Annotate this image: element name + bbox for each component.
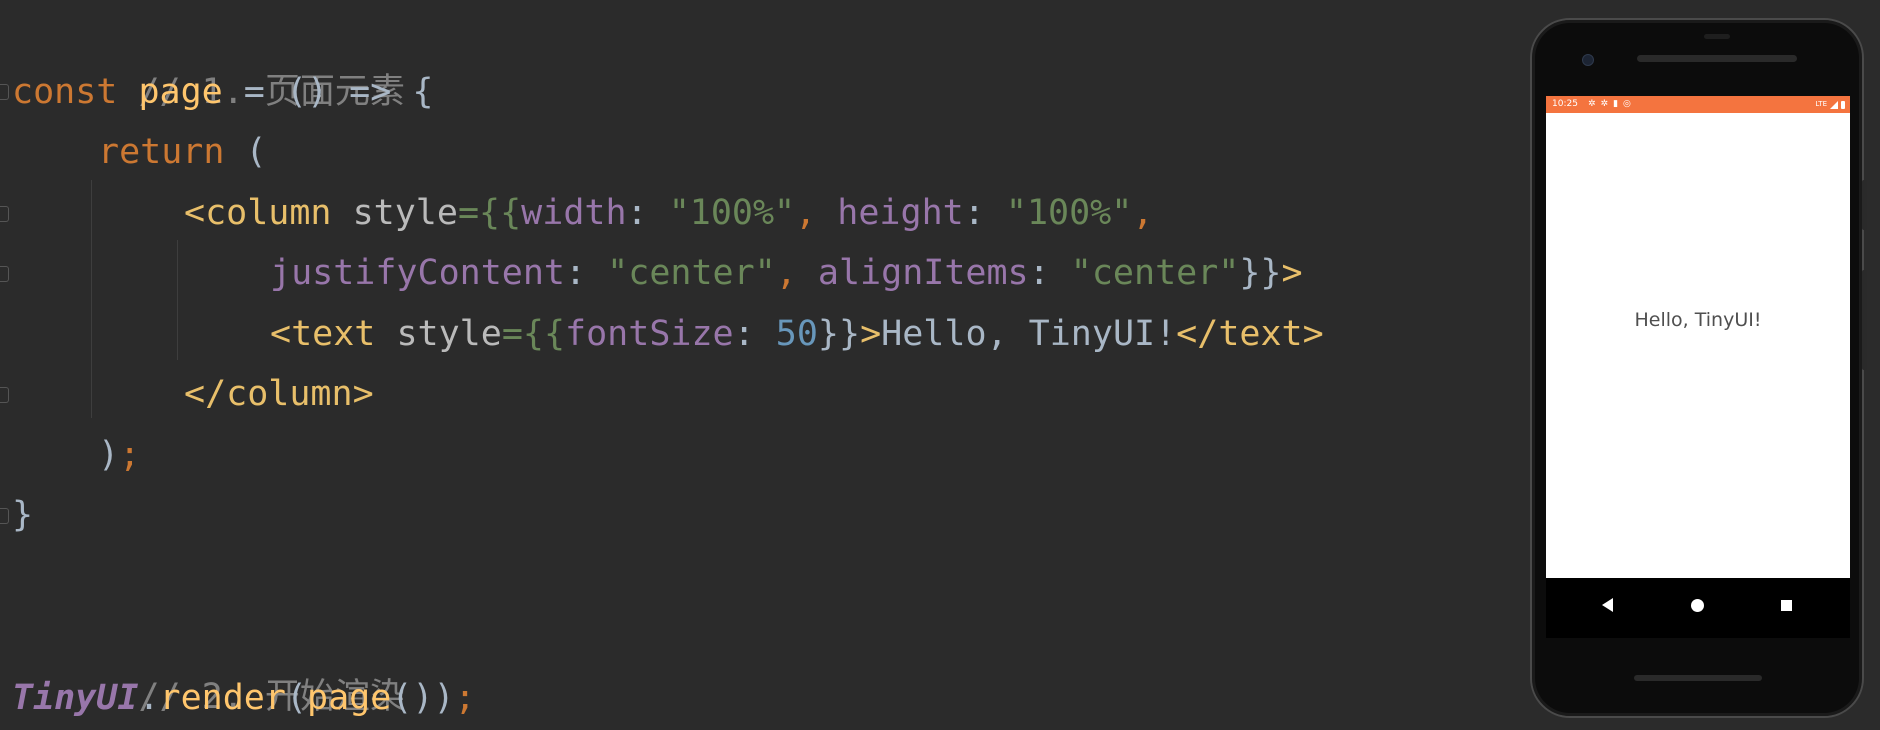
code-function-call: page <box>307 678 392 718</box>
code-editor[interactable]: // 1. 页面元素 const page = () => { return (… <box>0 0 1500 730</box>
code-colon: : <box>626 193 669 233</box>
fold-marker[interactable] <box>0 387 9 403</box>
code-line-8: ); <box>12 425 140 485</box>
recents-icon[interactable] <box>1781 600 1792 611</box>
code-dot: . <box>138 678 160 718</box>
code-colon: : <box>963 193 1006 233</box>
code-keyword: const <box>12 72 118 112</box>
code-string: "100%" <box>668 193 796 233</box>
code-property: fontSize <box>565 314 734 354</box>
code-paren: ( <box>285 678 308 718</box>
code-property: height <box>837 193 964 233</box>
code-tag-name: column <box>205 193 332 233</box>
phone-emulator: 10:25 ✲ ✲ ▮ ◎ LTE Hello, TinyUI! <box>1530 18 1867 718</box>
code-semicolon: ; <box>454 678 476 718</box>
settings-icon: ✲ <box>1588 99 1596 109</box>
fold-marker[interactable] <box>0 266 9 282</box>
home-icon[interactable] <box>1691 599 1704 612</box>
code-number: 50 <box>775 314 818 354</box>
code-paren: ) <box>98 435 120 475</box>
code-colon: : <box>1028 253 1071 293</box>
code-line-10: // 2. 开始渲染 <box>12 607 404 717</box>
code-semicolon: ; <box>119 435 141 475</box>
code-paren: ()) <box>391 678 455 718</box>
status-time: 10:25 <box>1552 99 1578 109</box>
code-brace: }} <box>1239 253 1282 293</box>
code-colon: : <box>565 253 608 293</box>
code-line-4: <column style={{width: "100%", height: "… <box>12 183 1153 243</box>
code-tag-bracket: > <box>860 314 882 354</box>
code-line-6: <text style={{fontSize: 50}}>Hello, Tiny… <box>12 304 1324 364</box>
code-brace: } <box>12 495 34 535</box>
code-line-7: </column> <box>12 364 374 424</box>
code-end-tag: </text> <box>1176 314 1324 354</box>
hello-text: Hello, TinyUI! <box>1634 308 1762 331</box>
fold-marker[interactable] <box>0 508 9 524</box>
signal-icon <box>1830 100 1838 109</box>
network-type: LTE <box>1815 100 1827 108</box>
fold-marker[interactable] <box>0 206 9 222</box>
code-keyword: return <box>98 132 225 172</box>
code-attribute: style <box>331 193 458 233</box>
code-end-tag: </column> <box>184 374 374 414</box>
code-object: TinyUI <box>12 678 139 718</box>
code-line-2: const page = () => { <box>12 62 433 122</box>
bottom-speaker <box>1634 675 1762 681</box>
code-comma: , <box>775 253 818 293</box>
code-string: "center" <box>607 253 776 293</box>
code-tag-name: text <box>291 314 376 354</box>
code-string: "100%" <box>1005 193 1133 233</box>
code-operator: ={{ <box>501 314 566 354</box>
code-property: alignItems <box>817 253 1029 293</box>
navigation-bar <box>1546 578 1850 638</box>
proximity-sensor <box>1704 34 1730 39</box>
code-text: = () => { <box>222 72 434 112</box>
settings-icon: ✲ <box>1600 99 1609 109</box>
front-camera-icon <box>1582 54 1594 66</box>
sync-icon: ◎ <box>1623 99 1631 109</box>
status-bar: 10:25 ✲ ✲ ▮ ◎ LTE <box>1546 96 1850 113</box>
code-function-name: page <box>138 72 223 112</box>
status-notification-icons: ✲ ✲ ▮ ◎ <box>1588 99 1631 110</box>
code-tag-bracket: < <box>270 314 292 354</box>
code-comma: , <box>795 193 838 233</box>
code-line-11: TinyUI.render(page()); <box>12 668 476 728</box>
code-colon: : <box>733 314 776 354</box>
code-line-1: // 1. 页面元素 <box>12 2 404 112</box>
status-system-icons: LTE <box>1815 99 1845 110</box>
power-button[interactable] <box>1862 180 1867 230</box>
code-tag-bracket: < <box>184 193 206 233</box>
app-content: Hello, TinyUI! <box>1546 113 1850 550</box>
code-property: justifyContent <box>270 253 566 293</box>
sd-card-icon: ▮ <box>1613 99 1619 109</box>
code-string: "center" <box>1070 253 1240 293</box>
code-text-content: Hello, TinyUI! <box>881 314 1177 354</box>
code-operator: ={{ <box>457 193 522 233</box>
fold-marker[interactable] <box>0 84 9 100</box>
code-line-5: justifyContent: "center", alignItems: "c… <box>12 243 1303 303</box>
code-line-3: return ( <box>12 122 267 182</box>
code-property: width <box>521 193 627 233</box>
code-tag-bracket: > <box>1281 253 1303 293</box>
screen-root: // 1. 页面元素 const page = () => { return (… <box>0 0 1880 730</box>
battery-icon <box>1841 100 1845 109</box>
code-comma: , <box>1132 193 1154 233</box>
volume-button[interactable] <box>1862 270 1867 370</box>
code-line-9: } <box>12 485 33 545</box>
back-icon[interactable] <box>1602 598 1613 612</box>
code-attribute: style <box>375 314 502 354</box>
code-method: render <box>159 678 286 718</box>
code-text: ( <box>224 132 267 172</box>
earpiece-speaker <box>1637 55 1797 62</box>
code-brace: }} <box>817 314 861 354</box>
phone-screen[interactable]: 10:25 ✲ ✲ ▮ ◎ LTE Hello, TinyUI! <box>1546 96 1850 638</box>
